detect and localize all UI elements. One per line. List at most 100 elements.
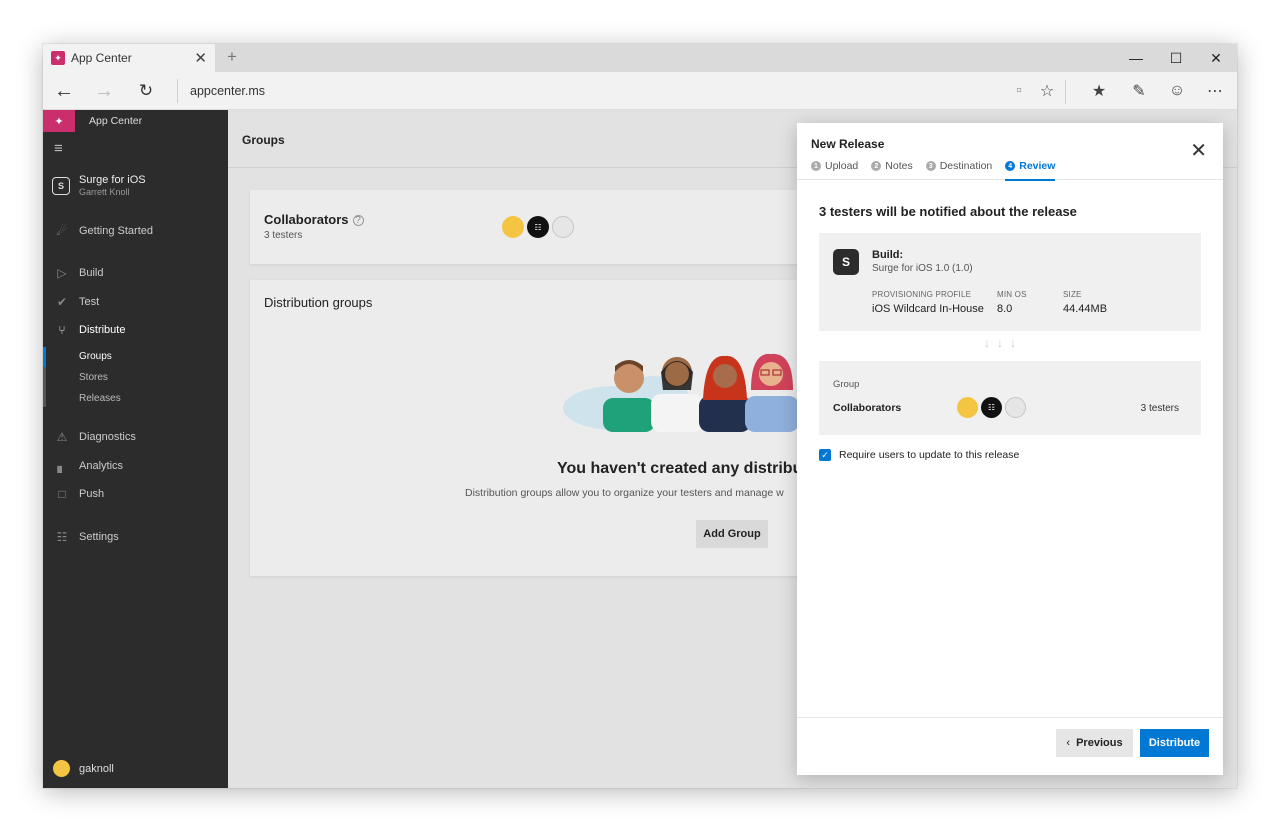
brand-name: App Center	[89, 115, 143, 127]
warning-icon: ⚠	[56, 430, 68, 444]
min-os: MIN OS 8.0	[997, 290, 1027, 315]
provisioning-profile-label: PROVISIONING PROFILE	[872, 290, 972, 299]
panel-title: New Release	[811, 137, 885, 151]
sidebar-item-label: Test	[79, 296, 100, 308]
reading-view-icon[interactable]: ▫	[1008, 81, 1030, 101]
group-summary: Group Collaborators ☷ 3 testers	[819, 361, 1201, 435]
sidebar-item-test[interactable]: ✔ Test	[43, 292, 228, 312]
push-icon: □	[58, 487, 66, 501]
avatar	[502, 216, 524, 238]
app-owner: Garrett Knoll	[79, 187, 130, 197]
sidebar-item-build[interactable]: ▷ Build	[43, 263, 228, 283]
sidebar-item-distribute[interactable]: ⑂ Distribute	[43, 320, 228, 340]
avatar	[552, 216, 574, 238]
avatar: ☷	[981, 397, 1002, 418]
step-upload[interactable]: 1 Upload	[811, 155, 858, 177]
distribute-button[interactable]: Distribute	[1140, 729, 1209, 757]
collaborator-avatars: ☷	[502, 216, 574, 238]
url-field[interactable]: appcenter.ms	[177, 79, 265, 103]
forward-icon[interactable]: →	[89, 78, 119, 104]
user-profile[interactable]: gaknoll	[53, 760, 114, 777]
sidebar-item-label: Build	[79, 267, 104, 279]
panel-close-icon[interactable]: ✕	[1190, 141, 1207, 161]
favorite-star-icon[interactable]: ☆	[1036, 81, 1058, 101]
collaborators-title-text: Collaborators	[264, 212, 349, 227]
user-avatar	[53, 760, 70, 777]
title-bar: ✦ App Center ✕ + — ☐ ✕	[43, 44, 1237, 72]
new-tab-icon[interactable]: +	[227, 47, 237, 67]
step-label: Notes	[885, 160, 913, 172]
group-name: Collaborators	[833, 402, 902, 414]
sidebar-subitem-stores[interactable]: Stores	[79, 372, 108, 383]
sidebar-item-label: Push	[79, 488, 105, 500]
step-label: Upload	[825, 160, 859, 172]
step-number: 2	[871, 161, 882, 171]
sidebar-item-diagnostics[interactable]: ⚠ Diagnostics	[43, 427, 228, 447]
sidebar-subitem-groups[interactable]: Groups	[79, 351, 112, 362]
sidebar-item-push[interactable]: □ Push	[43, 484, 228, 504]
sidebar-item-label: Diagnostics	[79, 431, 136, 443]
sidebar: ✦ App Center ≡ S Surge for iOS Garrett K…	[43, 110, 228, 788]
sidebar-item-label: Getting Started	[79, 225, 153, 237]
step-destination[interactable]: 3 Destination	[925, 155, 993, 177]
favorites-hub-icon[interactable]: ★	[1088, 81, 1110, 101]
build-size: SIZE 44.44MB	[1063, 290, 1107, 315]
collaborators-card[interactable]: Collaborators? 3 testers ☷	[250, 190, 810, 264]
distribute-subnav-track	[43, 347, 46, 407]
back-icon[interactable]: ←	[49, 78, 79, 104]
require-update-option[interactable]: ✓ Require users to update to this releas…	[819, 449, 1019, 461]
require-update-label: Require users to update to this release	[839, 449, 1020, 461]
refresh-icon[interactable]: ↻	[131, 78, 161, 104]
collaborators-count: 3 testers	[264, 230, 303, 241]
minimize-icon[interactable]: —	[1116, 44, 1156, 72]
size-label: SIZE	[1063, 290, 1082, 299]
build-label: Build:	[872, 249, 904, 261]
empty-state-title: You haven't created any distribut	[557, 460, 808, 477]
distribution-groups-title: Distribution groups	[264, 295, 373, 310]
sidebar-brand[interactable]: ✦ App Center	[43, 110, 228, 132]
step-notes[interactable]: 2 Notes	[871, 155, 913, 177]
flow-arrows-icon: ↓↓↓	[984, 336, 1023, 350]
size-value: 44.44MB	[1063, 303, 1108, 315]
sidebar-item-analytics[interactable]: ▖ Analytics	[43, 456, 228, 476]
min-os-value: 8.0	[997, 303, 1013, 315]
sidebar-item-settings[interactable]: ☷ Settings	[43, 527, 228, 547]
window-close-icon[interactable]: ✕	[1196, 44, 1236, 72]
sliders-icon: ☷	[56, 530, 68, 544]
step-number: 3	[925, 161, 936, 171]
play-icon: ▷	[57, 266, 67, 280]
more-icon[interactable]: ⋯	[1204, 81, 1226, 101]
step-review[interactable]: 4 Review	[1005, 155, 1056, 181]
help-icon[interactable]: ?	[352, 215, 364, 226]
min-os-label: MIN OS	[997, 290, 1027, 299]
step-number: 1	[811, 161, 821, 171]
require-update-checkbox[interactable]: ✓	[819, 449, 831, 461]
rocket-icon: ☄	[56, 224, 68, 238]
group-label: Group	[833, 379, 860, 390]
app-center-favicon-icon: ✦	[51, 51, 65, 65]
empty-state-description: Distribution groups allow you to organiz…	[465, 487, 784, 499]
sidebar-subitem-releases[interactable]: Releases	[79, 393, 121, 404]
review-heading: 3 testers will be notified about the rel…	[819, 204, 1077, 219]
step-number: 4	[1005, 161, 1016, 171]
page-title: Groups	[242, 133, 285, 147]
username: gaknoll	[79, 762, 114, 775]
browser-window: ✦ App Center ✕ + — ☐ ✕ ← → ↻ appcenter.m…	[43, 44, 1237, 788]
step-label: Destination	[939, 160, 993, 172]
hamburger-menu-icon[interactable]: ≡	[54, 140, 63, 157]
feedback-smiley-icon[interactable]: ☺	[1166, 81, 1188, 101]
app-selector[interactable]: S Surge for iOS Garrett Knoll	[43, 172, 228, 202]
web-note-icon[interactable]: ✎	[1128, 81, 1150, 101]
distribution-groups-card: Distribution groups You haven't created …	[250, 280, 810, 576]
app-center-logo-icon: ✦	[43, 110, 75, 132]
browser-tab[interactable]: ✦ App Center ✕	[43, 44, 215, 72]
tab-close-icon[interactable]: ✕	[194, 49, 207, 67]
toolbar-divider	[1065, 80, 1066, 104]
previous-button[interactable]: ‹ Previous	[1056, 729, 1133, 757]
collaborators-title: Collaborators?	[264, 212, 364, 227]
add-group-button[interactable]: Add Group	[696, 520, 768, 548]
sidebar-item-getting-started[interactable]: ☄ Getting Started	[43, 221, 228, 241]
wizard-steps: 1 Upload 2 Notes 3 Destination 4 Review	[811, 155, 1068, 181]
distribute-icon: ⑂	[58, 323, 66, 337]
maximize-icon[interactable]: ☐	[1156, 44, 1196, 72]
